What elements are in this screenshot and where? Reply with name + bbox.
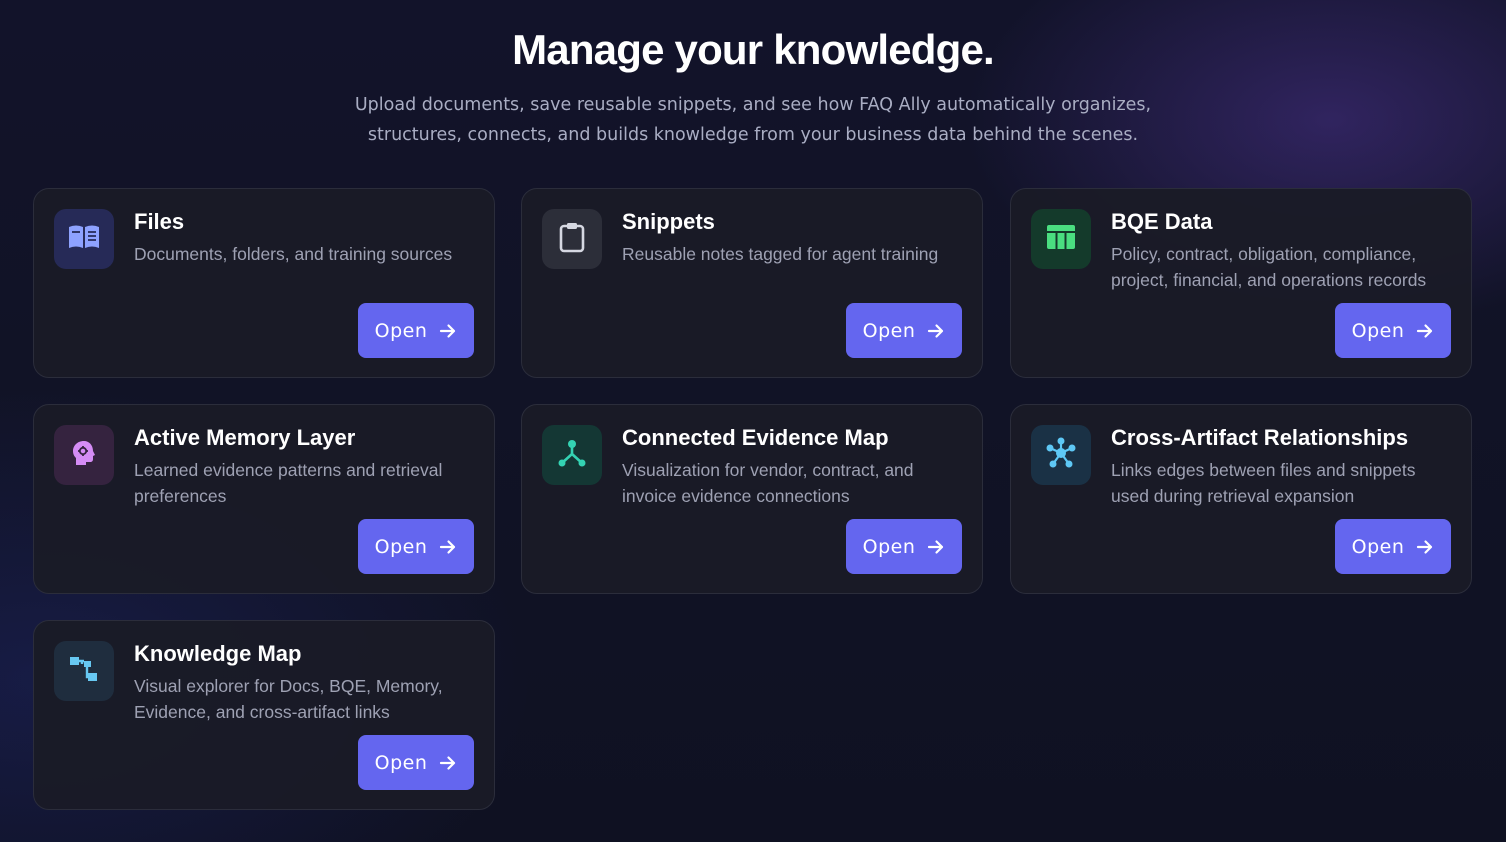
button-label: Open <box>1351 535 1405 558</box>
open-active-memory-button[interactable]: Open <box>358 519 474 574</box>
open-bqe-data-button[interactable]: Open <box>1335 303 1451 358</box>
knowledge-map-icon-box <box>54 641 114 701</box>
card-title: Files <box>134 209 185 234</box>
files-icon-box <box>54 209 114 269</box>
button-label: Open <box>374 535 428 558</box>
card-files: Files Documents, folders, and training s… <box>33 188 495 378</box>
arrow-right-icon <box>439 322 457 340</box>
brain-head-icon <box>71 439 97 472</box>
card-description: Links edges between files and snippets u… <box>1111 460 1416 506</box>
card-title: Snippets <box>622 209 715 234</box>
card-description: Learned evidence patterns and retrieval … <box>134 460 443 506</box>
arrow-right-icon <box>927 322 945 340</box>
card-description: Policy, contract, obligation, compliance… <box>1111 244 1427 290</box>
network-fork-icon <box>557 438 587 473</box>
memory-icon-box <box>54 425 114 485</box>
arrow-right-icon <box>1416 322 1434 340</box>
card-description: Visualization for vendor, contract, and … <box>622 460 914 506</box>
card-description: Documents, folders, and training sources <box>134 244 453 264</box>
open-cross-artifact-button[interactable]: Open <box>1335 519 1451 574</box>
open-snippets-button[interactable]: Open <box>846 303 962 358</box>
open-knowledge-map-button[interactable]: Open <box>358 735 474 790</box>
card-title: Knowledge Map <box>134 641 302 666</box>
page-title: Manage your knowledge. <box>512 26 995 73</box>
card-snippets: Snippets Reusable notes tagged for agent… <box>521 188 983 378</box>
open-evidence-map-button[interactable]: Open <box>846 519 962 574</box>
hub-nodes-icon <box>1044 436 1078 475</box>
card-title: Connected Evidence Map <box>622 425 889 450</box>
card-title: BQE Data <box>1111 209 1213 234</box>
button-label: Open <box>1351 319 1405 342</box>
snippets-icon-box <box>542 209 602 269</box>
button-label: Open <box>862 319 916 342</box>
arrow-right-icon <box>1416 538 1434 556</box>
book-open-icon <box>67 224 101 255</box>
table-icon <box>1046 224 1076 255</box>
evidence-icon-box <box>542 425 602 485</box>
card-active-memory-layer: Active Memory Layer Learned evidence pat… <box>33 404 495 594</box>
button-label: Open <box>374 751 428 774</box>
open-files-button[interactable]: Open <box>358 303 474 358</box>
arrow-right-icon <box>439 538 457 556</box>
card-description: Visual explorer for Docs, BQE, Memory, E… <box>134 676 443 722</box>
card-connected-evidence-map: Connected Evidence Map Visualization for… <box>521 404 983 594</box>
bqe-icon-box <box>1031 209 1091 269</box>
page-subtitle: Upload documents, save reusable snippets… <box>354 95 1152 145</box>
tree-map-icon <box>69 655 99 688</box>
cross-artifact-icon-box <box>1031 425 1091 485</box>
card-title: Cross-Artifact Relationships <box>1111 425 1409 450</box>
card-knowledge-map: Knowledge Map Visual explorer for Docs, … <box>33 620 495 810</box>
card-title: Active Memory Layer <box>134 425 356 450</box>
card-cross-artifact-relationships: Cross-Artifact Relationships Links edges… <box>1010 404 1472 594</box>
arrow-right-icon <box>439 754 457 772</box>
card-bqe-data: BQE Data Policy, contract, obligation, c… <box>1010 188 1472 378</box>
clipboard-icon <box>558 221 586 258</box>
arrow-right-icon <box>927 538 945 556</box>
button-label: Open <box>374 319 428 342</box>
card-description: Reusable notes tagged for agent training <box>622 244 939 264</box>
button-label: Open <box>862 535 916 558</box>
